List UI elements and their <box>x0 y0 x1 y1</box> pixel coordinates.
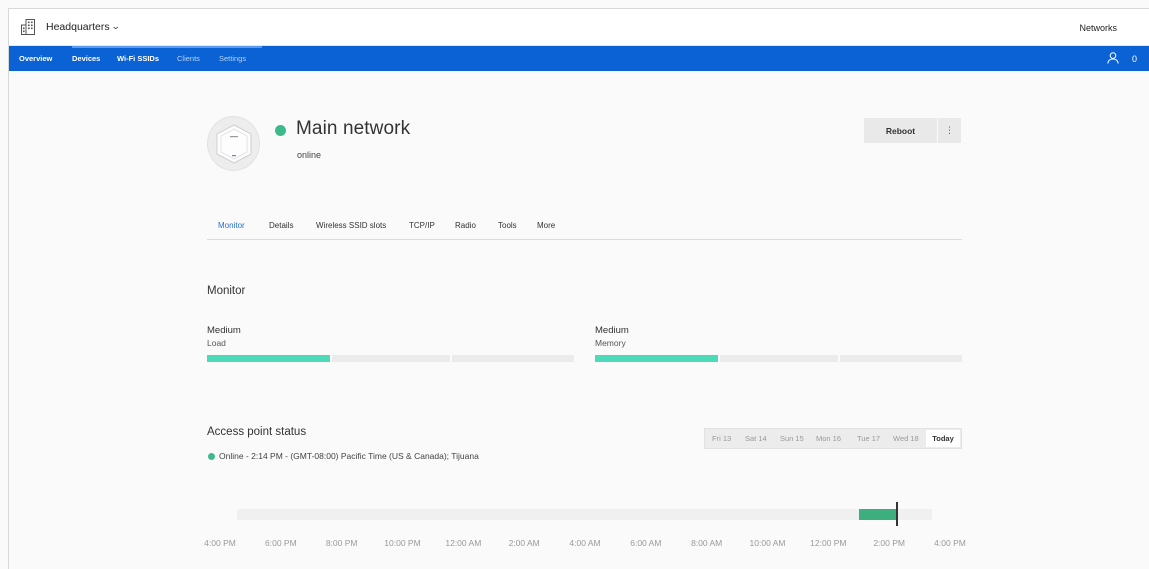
load-label: Load <box>207 338 226 348</box>
device-name: Main network <box>296 118 411 139</box>
memory-label: Memory <box>595 338 626 348</box>
timeline-tick-label: 12:00 PM <box>810 538 847 548</box>
memory-bar-segment <box>595 355 718 362</box>
timeline-current-time-marker <box>896 502 899 526</box>
nav-item-overview[interactable]: Overview <box>19 54 52 63</box>
timeline-tick-label: 12:00 AM <box>445 538 482 548</box>
nav-active-indicator <box>72 46 262 48</box>
tab-tcp-ip[interactable]: TCP/IP <box>409 221 435 230</box>
tab-more[interactable]: More <box>537 221 555 230</box>
networks-link[interactable]: Networks <box>1079 23 1117 33</box>
load-bar-segment <box>452 355 574 362</box>
chevron-down-icon[interactable]: ⌄ <box>111 21 121 32</box>
timeline-tick-label: 4:00 PM <box>204 538 236 548</box>
org-selector-label[interactable]: Headquarters <box>46 21 110 33</box>
access-point-icon <box>216 124 252 164</box>
timeline-tick-label: 2:00 AM <box>508 538 540 548</box>
day-option[interactable]: Tue 17 <box>857 434 880 443</box>
app-frame: Headquarters ⌄ Networks Overview Devices… <box>8 8 1149 569</box>
memory-level: Medium <box>595 325 629 336</box>
access-point-status-text: Online - 2:14 PM - (GMT-08:00) Pacific T… <box>219 451 479 461</box>
top-bar: Headquarters ⌄ Networks <box>9 9 1149 46</box>
load-bar-segment <box>332 355 450 362</box>
timeline-tick-label: 10:00 AM <box>749 538 786 548</box>
day-option[interactable]: Wed 18 <box>893 434 919 443</box>
memory-bar-segment <box>840 355 962 362</box>
day-option[interactable]: Fri 13 <box>712 434 731 443</box>
device-image <box>207 116 260 171</box>
timeline-tick-label: 8:00 AM <box>691 538 723 548</box>
day-option[interactable]: Mon 16 <box>816 434 841 443</box>
timeline-tick-label: 2:00 PM <box>873 538 905 548</box>
load-level: Medium <box>207 325 241 336</box>
timeline-online-segment <box>858 509 897 520</box>
device-tabs: Monitor Details Wireless SSID slots TCP/… <box>207 219 962 240</box>
tab-tools[interactable]: Tools <box>498 221 517 230</box>
memory-bar-segment <box>720 355 838 362</box>
timeline-tick-label: 4:00 PM <box>934 538 966 548</box>
nav-item-settings[interactable]: Settings <box>219 54 246 63</box>
timeline-tick-label: 8:00 PM <box>325 538 358 548</box>
tab-monitor[interactable]: Monitor <box>218 221 245 230</box>
status-timeline <box>237 509 932 520</box>
nav-item-clients[interactable]: Clients <box>177 54 200 63</box>
day-option-today[interactable]: Today <box>926 430 960 447</box>
timeline-tick-label: 10:00 PM <box>384 538 421 548</box>
timeline-tick-label: 6:00 AM <box>630 538 662 548</box>
tab-radio[interactable]: Radio <box>455 221 476 230</box>
main-nav: Overview Devices Wi-Fi SSIDs Clients Set… <box>9 46 1149 71</box>
nav-item-wifi-ssids[interactable]: Wi-Fi SSIDs <box>117 54 159 63</box>
user-count: 0 <box>1131 54 1137 64</box>
access-point-status-title: Access point status <box>207 426 307 438</box>
tab-details[interactable]: Details <box>269 221 293 230</box>
user-icon[interactable] <box>1107 52 1119 64</box>
monitor-title: Monitor <box>207 285 246 297</box>
day-option[interactable]: Sun 15 <box>780 434 804 443</box>
reboot-button[interactable]: Reboot <box>864 118 937 143</box>
day-selector: Fri 13 Sat 14 Sun 15 Mon 16 Tue 17 Wed 1… <box>704 428 962 449</box>
building-icon <box>21 19 35 35</box>
timeline-tick-label: 6:00 PM <box>265 538 297 548</box>
nav-item-devices[interactable]: Devices <box>72 54 100 63</box>
day-option[interactable]: Sat 14 <box>745 434 767 443</box>
timeline-tick-label: 4:00 AM <box>569 538 601 548</box>
status-dot <box>275 125 286 136</box>
device-status-text: online <box>297 150 322 160</box>
tab-wireless-ssid-slots[interactable]: Wireless SSID slots <box>316 221 386 230</box>
load-bar-segment <box>207 355 330 362</box>
more-options-icon[interactable]: ⋮ <box>938 118 961 143</box>
online-status-dot <box>208 453 215 460</box>
